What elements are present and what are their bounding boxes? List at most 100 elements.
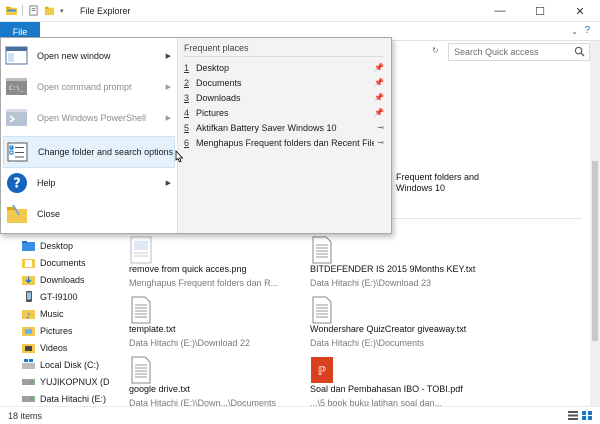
menu-item-label: Help [37, 178, 56, 188]
text-file-icon [312, 296, 332, 324]
file-path: Data Hitachi (E:)\Download 22 [129, 338, 251, 348]
open-powershell-item[interactable]: Open Windows PowerShell ▶ [3, 103, 175, 133]
item-number: 4 [184, 107, 190, 118]
file-path: Menghapus Frequent folders dan R... [129, 278, 279, 288]
submenu-arrow-icon: ▶ [165, 84, 171, 91]
file-name: remove from quick acces.png [129, 264, 247, 274]
help-item[interactable]: ? Help ▶ [3, 168, 175, 198]
file-name: Wondershare QuizCreator giveaway.txt [310, 324, 467, 334]
menu-item-label: Open Windows PowerShell [37, 113, 147, 123]
help-icon[interactable]: ? [584, 25, 590, 36]
large-icons-view-icon[interactable] [582, 411, 592, 420]
scrollbar-thumb[interactable] [592, 161, 598, 341]
frequent-place-item[interactable]: 4 Pictures 📌 [184, 105, 384, 120]
pdf-file-icon: ℙ [311, 357, 333, 383]
folder-app-icon[interactable] [6, 5, 17, 16]
videos-folder-icon [22, 344, 35, 353]
file-menu-commands: Open new window ▶ C:\_ Open command prom… [1, 38, 177, 233]
nav-item-music[interactable]: ♪ Music [22, 305, 116, 322]
place-name: Downloads [196, 92, 241, 103]
nav-item-label: Documents [40, 257, 86, 268]
nav-item-label: Local Disk (C:) [40, 359, 100, 370]
frequent-places-header: Frequent places [184, 43, 249, 53]
nav-item-desktop[interactable]: Desktop [22, 237, 116, 254]
place-name: Documents [196, 77, 242, 88]
item-count: 18 items [8, 411, 43, 421]
close-button[interactable]: ✕ [560, 0, 600, 22]
desktop-folder-icon [22, 241, 35, 251]
item-number: 5 [184, 122, 190, 133]
nav-item-downloads[interactable]: Downloads [22, 271, 116, 288]
menu-item-label: Open new window [37, 51, 111, 61]
frequent-places-panel: Frequent places 1 Desktop 📌 2 Documents … [177, 38, 391, 233]
submenu-arrow-icon: ▶ [165, 115, 171, 122]
windows-drive-icon [22, 359, 35, 369]
file-name: google drive.txt [129, 384, 191, 394]
open-command-prompt-item[interactable]: C:\_ Open command prompt ▶ [3, 72, 175, 102]
title-bar: ▾ File Explorer — ☐ ✕ [0, 0, 600, 22]
nav-item-drive-d[interactable]: YUJIKOPNUX (D [22, 373, 116, 390]
pinned-icon[interactable]: 📌 [374, 108, 384, 117]
details-view-icon[interactable] [568, 411, 578, 420]
documents-folder-icon [22, 259, 35, 268]
menu-item-label: Close [37, 209, 61, 219]
drive-icon [22, 379, 35, 385]
nav-item-label: Music [40, 308, 64, 319]
unpinned-icon[interactable]: ⊸ [374, 123, 384, 132]
frequent-place-item[interactable]: 3 Downloads 📌 [184, 90, 384, 105]
partial-item-title-line1: Frequent folders and [396, 172, 480, 182]
pinned-icon[interactable]: 📌 [374, 93, 384, 102]
submenu-arrow-icon: ▶ [165, 180, 171, 187]
nav-item-label: Videos [40, 342, 68, 353]
svg-text:C:\_: C:\_ [9, 85, 24, 92]
customize-toolbar-icon[interactable]: ▾ [60, 7, 64, 15]
nav-item-label: Pictures [40, 325, 73, 336]
command-prompt-icon: C:\_ [6, 78, 27, 95]
open-new-window-item[interactable]: Open new window ▶ [3, 41, 175, 71]
pinned-icon[interactable]: 📌 [374, 78, 384, 87]
downloads-folder-icon [22, 276, 35, 285]
svg-text:?: ? [13, 177, 21, 192]
search-placeholder: Search Quick access [454, 47, 539, 57]
vertical-scrollbar[interactable] [590, 41, 600, 406]
expand-ribbon-icon[interactable]: ⌄ [571, 27, 578, 36]
file-name: BITDEFENDER IS 2015 9Months KEY.txt [310, 264, 476, 274]
window-controls: — ☐ ✕ [480, 0, 600, 22]
maximize-button[interactable]: ☐ [520, 0, 560, 22]
search-input[interactable]: Search Quick access [448, 43, 590, 61]
unpinned-icon[interactable]: ⊸ [374, 138, 384, 147]
frequent-place-item[interactable]: 6 Menghapus Frequent folders dan Recent … [184, 135, 384, 150]
file-name: template.txt [129, 324, 176, 334]
frequent-place-item[interactable]: 1 Desktop 📌 [184, 60, 384, 75]
place-name: Menghapus Frequent folders dan Recent Fi… [196, 137, 374, 148]
powershell-icon [6, 109, 27, 126]
close-item[interactable]: Close [3, 199, 175, 229]
item-number: 6 [184, 137, 190, 148]
minimize-button[interactable]: — [480, 0, 520, 22]
pinned-icon[interactable]: 📌 [374, 63, 384, 72]
refresh-icon[interactable]: ↻ [432, 46, 439, 55]
properties-icon[interactable] [28, 5, 39, 16]
header-divider [184, 56, 384, 57]
new-folder-icon[interactable] [44, 5, 55, 16]
music-folder-icon: ♪ [22, 310, 35, 319]
text-file-icon [131, 356, 151, 384]
quick-access-toolbar: ▾ [6, 5, 64, 16]
file-name: Soal dan Pembahasan IBO - TOBI.pdf [310, 384, 463, 394]
drive-icon [22, 396, 35, 402]
nav-item-drive-e[interactable]: Data Hitachi (E:) [22, 390, 116, 407]
change-folder-options-item[interactable]: Change folder and search options [3, 136, 175, 168]
nav-item-label: Desktop [40, 240, 74, 251]
nav-item-documents[interactable]: Documents [22, 254, 116, 271]
item-number: 1 [184, 62, 190, 73]
submenu-arrow-icon: ▶ [165, 53, 171, 60]
nav-item-label: YUJIKOPNUX (D [40, 376, 110, 387]
nav-item-phone[interactable]: GT-I9100 [22, 288, 116, 305]
place-name: Desktop [196, 62, 230, 73]
nav-item-videos[interactable]: Videos [22, 339, 116, 356]
frequent-place-item[interactable]: 2 Documents 📌 [184, 75, 384, 90]
text-file-icon [131, 296, 151, 324]
nav-item-pictures[interactable]: Pictures [22, 322, 116, 339]
nav-item-local-disk[interactable]: Local Disk (C:) [22, 356, 116, 373]
frequent-place-item[interactable]: 5 Aktifkan Battery Saver Windows 10 ⊸ [184, 120, 384, 135]
